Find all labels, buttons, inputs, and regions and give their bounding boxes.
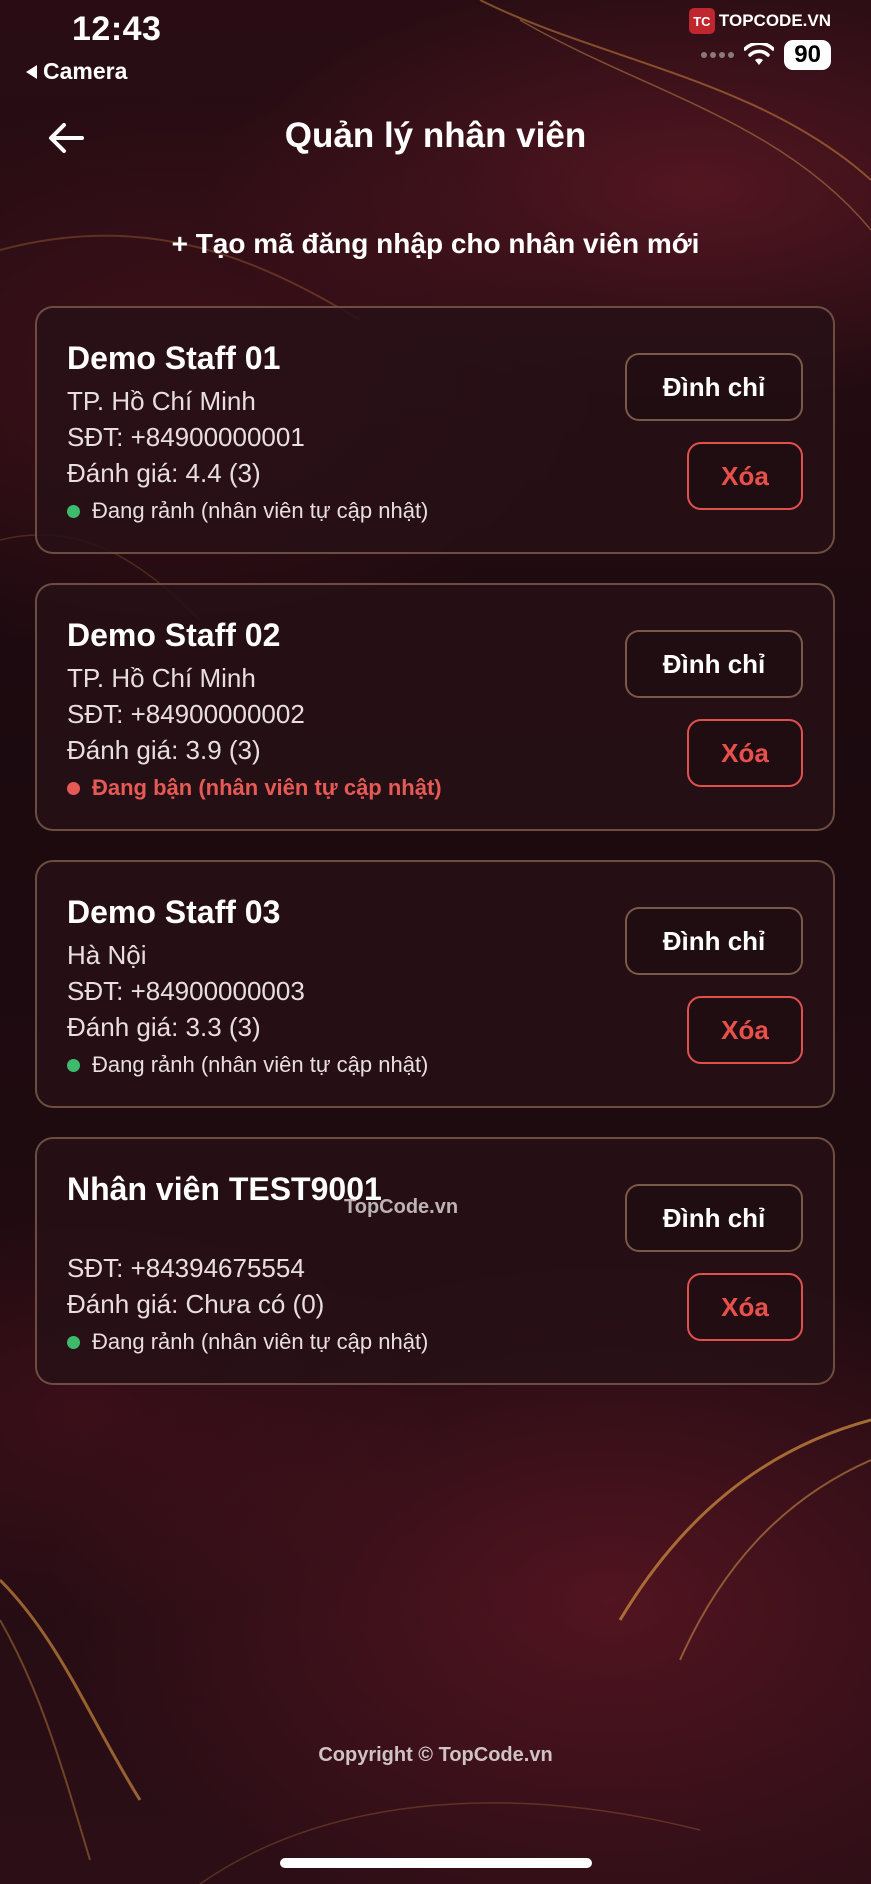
staff-rating: Đánh giá: 3.3 (3) xyxy=(67,1012,261,1042)
create-staff-login-button[interactable]: + Tạo mã đăng nhập cho nhân viên mới xyxy=(0,228,871,260)
delete-button[interactable]: Xóa xyxy=(687,996,803,1064)
staff-rating: Đánh giá: 3.9 (3) xyxy=(67,735,261,765)
suspend-button[interactable]: Đình chỉ xyxy=(625,1184,803,1252)
status-available-icon xyxy=(67,1058,80,1072)
back-triangle-icon xyxy=(26,64,37,79)
cellular-signal-icon xyxy=(701,52,735,58)
home-indicator[interactable] xyxy=(280,1858,592,1868)
watermark: TopCode.vn xyxy=(344,1196,459,1218)
staff-status-label: Đang rảnh (nhân viên tự cập nhật) xyxy=(92,1329,429,1354)
staff-city: Hà Nội xyxy=(67,940,147,970)
staff-phone: SĐT: +84394675554 xyxy=(67,1253,305,1283)
staff-name: Nhân viên TEST9001 xyxy=(67,1171,382,1207)
staff-card: Demo Staff 03 Hà Nội SĐT: +84900000003 Đ… xyxy=(35,860,835,1108)
staff-phone: SĐT: +84900000002 xyxy=(67,699,305,729)
topcode-logo-icon: TC xyxy=(688,8,715,34)
status-busy-icon xyxy=(67,781,80,795)
delete-button[interactable]: Xóa xyxy=(687,1273,803,1341)
staff-name: Demo Staff 02 xyxy=(67,617,281,653)
delete-button[interactable]: Xóa xyxy=(687,719,803,787)
status-time: 12:43 xyxy=(72,10,162,48)
delete-button[interactable]: Xóa xyxy=(687,442,803,510)
suspend-button[interactable]: Đình chỉ xyxy=(625,907,803,975)
footer-copyright: Copyright © TopCode.vn xyxy=(318,1744,553,1766)
page-title: Quản lý nhân viên xyxy=(284,116,587,155)
status-indicators: TC TOPCODE.VN 90 xyxy=(688,8,831,70)
staff-rating: Đánh giá: Chưa có (0) xyxy=(67,1289,325,1319)
staff-city: TP. Hồ Chí Minh xyxy=(67,663,256,693)
staff-status-label: Đang bận (nhân viên tự cập nhật) xyxy=(92,775,442,800)
status-available-icon xyxy=(67,504,80,518)
back-to-app-link[interactable]: Camera xyxy=(26,58,127,85)
staff-status: Đang rảnh (nhân viên tự cập nhật) xyxy=(67,1052,428,1078)
staff-status-label: Đang rảnh (nhân viên tự cập nhật) xyxy=(92,1052,429,1077)
back-app-label: Camera xyxy=(43,58,128,84)
topcode-logo: TC TOPCODE.VN xyxy=(688,8,831,34)
staff-card: Demo Staff 02 TP. Hồ Chí Minh SĐT: +8490… xyxy=(35,583,835,831)
status-available-icon xyxy=(67,1335,80,1349)
staff-card: Demo Staff 01 TP. Hồ Chí Minh SĐT: +8490… xyxy=(35,306,835,554)
wifi-icon xyxy=(744,43,775,65)
staff-name: Demo Staff 03 xyxy=(67,894,281,930)
topcode-logo-text: TOPCODE.VN xyxy=(718,11,831,30)
staff-city: TP. Hồ Chí Minh xyxy=(67,386,256,416)
staff-status: Đang rảnh (nhân viên tự cập nhật) xyxy=(67,498,428,524)
suspend-button[interactable]: Đình chỉ xyxy=(625,353,803,421)
staff-phone: SĐT: +84900000001 xyxy=(67,422,305,452)
battery-icon: 90 xyxy=(784,40,831,70)
staff-rating: Đánh giá: 4.4 (3) xyxy=(67,458,261,488)
staff-status: Đang bận (nhân viên tự cập nhật) xyxy=(67,775,442,801)
staff-name: Demo Staff 01 xyxy=(67,340,281,376)
suspend-button[interactable]: Đình chỉ xyxy=(625,630,803,698)
staff-status: Đang rảnh (nhân viên tự cập nhật) xyxy=(67,1329,428,1355)
staff-status-label: Đang rảnh (nhân viên tự cập nhật) xyxy=(92,498,429,523)
staff-card: Nhân viên TEST9001 SĐT: +84394675554 Đán… xyxy=(35,1137,835,1385)
staff-phone: SĐT: +84900000003 xyxy=(67,976,305,1006)
